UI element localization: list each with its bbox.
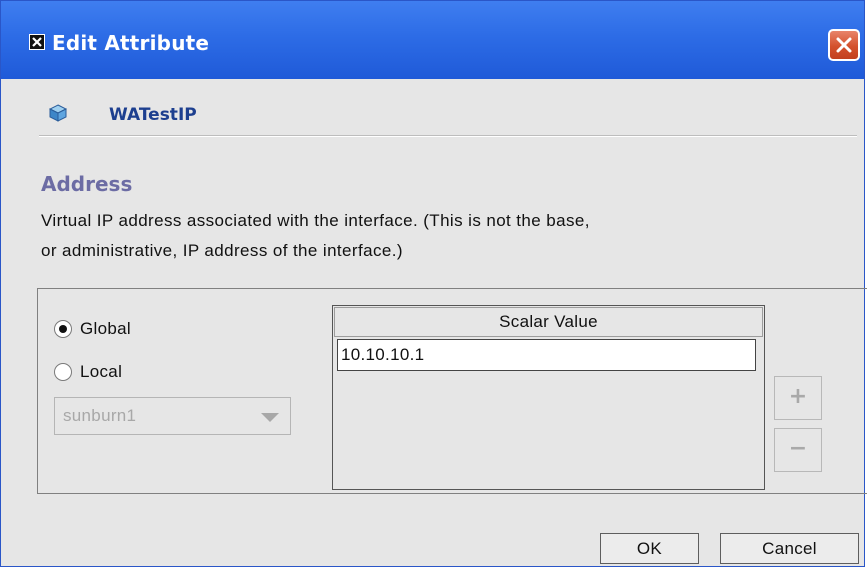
close-button[interactable] (828, 29, 860, 61)
radio-global-label: Global (80, 319, 131, 338)
node-select-value: sunburn1 (63, 406, 137, 425)
ok-button[interactable]: OK (600, 533, 699, 564)
cancel-button[interactable]: Cancel (720, 533, 859, 564)
header-divider (39, 135, 857, 137)
attribute-description: Virtual IP address associated with the i… (41, 206, 851, 266)
description-line-1: Virtual IP address associated with the i… (41, 211, 590, 230)
scalar-value-table: Scalar Value 10.10.10.1 (332, 305, 765, 490)
table-row[interactable]: 10.10.10.1 (337, 339, 756, 371)
radio-local[interactable]: Local (54, 362, 122, 382)
window-title: Edit Attribute (52, 31, 210, 55)
chevron-down-icon (261, 413, 279, 422)
radio-global-indicator[interactable] (54, 320, 72, 338)
node-select[interactable]: sunburn1 (54, 397, 291, 435)
entity-name: WATestIP (109, 105, 197, 125)
radio-local-indicator[interactable] (54, 363, 72, 381)
cube-icon (49, 104, 67, 122)
table-header-scalar-value[interactable]: Scalar Value (334, 307, 763, 337)
radio-global[interactable]: Global (54, 319, 131, 339)
remove-value-button[interactable]: − (774, 428, 822, 472)
title-bar[interactable]: Edit Attribute (1, 1, 864, 79)
close-icon (836, 37, 852, 53)
window-menu-icon[interactable] (29, 34, 45, 50)
attribute-name: Address (41, 172, 133, 196)
add-value-button[interactable]: + (774, 376, 822, 420)
description-line-2: or administrative, IP address of the int… (41, 241, 403, 260)
edit-attribute-dialog: Edit Attribute WATestIP Address Virtual … (0, 0, 867, 567)
radio-local-label: Local (80, 362, 123, 381)
